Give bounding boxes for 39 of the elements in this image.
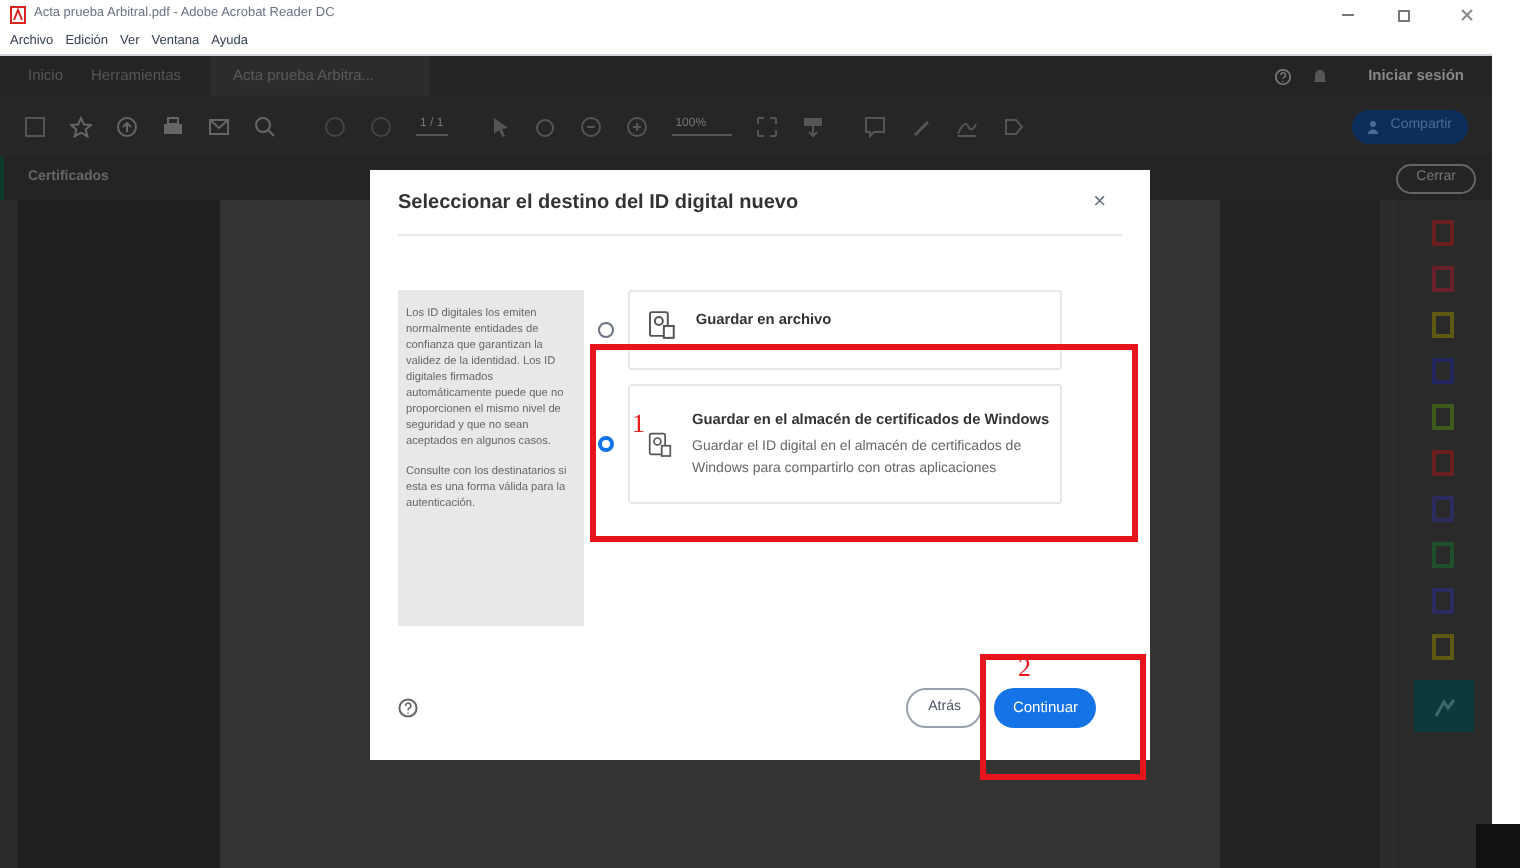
comment-icon[interactable]: [863, 115, 886, 137]
dialog-title: Seleccionar el destino del ID digital nuevo: [398, 189, 799, 217]
mail-icon[interactable]: [208, 115, 230, 137]
radio-button[interactable]: [598, 322, 614, 338]
step-number: 1: [632, 410, 645, 438]
cursor-icon[interactable]: [491, 115, 510, 137]
close-icon[interactable]: [1460, 7, 1474, 21]
radio-button[interactable]: [598, 436, 614, 452]
zoom-in-icon[interactable]: [625, 115, 648, 137]
app-logo-icon: [10, 5, 26, 23]
help-icon[interactable]: [1274, 67, 1293, 85]
active-tool-button[interactable]: [1414, 680, 1474, 732]
fit-page-icon[interactable]: [755, 115, 778, 137]
tool-icon[interactable]: [1432, 496, 1456, 522]
certificate-icon: [648, 428, 672, 460]
help-icon[interactable]: [398, 698, 418, 718]
tool-icon[interactable]: [1432, 266, 1456, 292]
print-icon[interactable]: [162, 115, 184, 137]
bell-icon[interactable]: [1312, 67, 1329, 85]
pencil-icon[interactable]: [909, 115, 932, 137]
close-button[interactable]: ×: [1093, 185, 1106, 219]
tool-icon[interactable]: [1432, 220, 1456, 246]
tool-icon: [1433, 695, 1455, 717]
tool-icon[interactable]: [1432, 634, 1456, 660]
tag-icon[interactable]: [1001, 115, 1024, 137]
minimize-icon[interactable]: [1342, 11, 1354, 17]
tool-icon[interactable]: [1432, 312, 1456, 338]
zoom-out-icon[interactable]: [579, 115, 602, 137]
tool-icon[interactable]: [1432, 450, 1456, 476]
tool-icon[interactable]: [1432, 542, 1456, 568]
star-icon[interactable]: [70, 115, 92, 137]
scroll-mode-icon[interactable]: [801, 115, 824, 137]
certificate-icon: [648, 308, 676, 340]
restore-icon[interactable]: [1398, 7, 1412, 21]
tool-icon[interactable]: [1432, 404, 1456, 430]
cloud-upload-icon[interactable]: [116, 115, 138, 137]
taskbar-fragment: [1476, 824, 1520, 868]
tool-icon[interactable]: [1432, 588, 1456, 614]
search-icon[interactable]: [254, 115, 276, 137]
